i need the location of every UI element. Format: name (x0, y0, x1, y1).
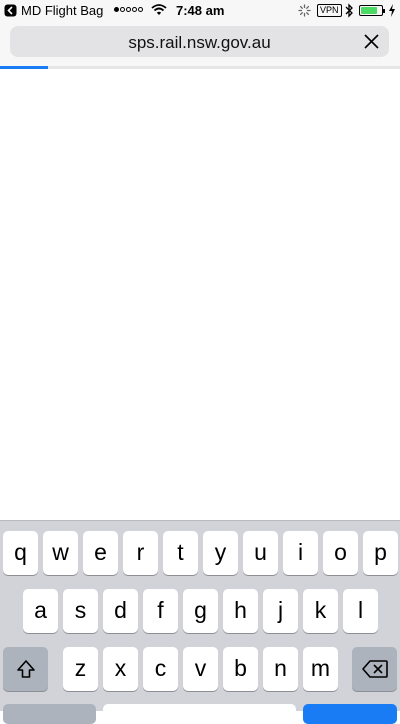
key-m[interactable]: m (303, 647, 338, 691)
status-bar: MD Flight Bag 7:48 am VPN (0, 0, 400, 22)
key-a[interactable]: a (23, 589, 58, 633)
activity-spinner-icon (298, 4, 311, 17)
back-to-app-label[interactable]: MD Flight Bag (21, 3, 103, 18)
signal-dot (114, 7, 119, 12)
key-y[interactable]: y (203, 531, 238, 575)
space-key-partial[interactable] (103, 704, 296, 724)
delete-key[interactable] (352, 647, 397, 691)
vpn-badge: VPN (317, 4, 342, 17)
web-content-area[interactable] (0, 69, 400, 520)
signal-strength-icon (114, 7, 143, 12)
key-w[interactable]: w (43, 531, 78, 575)
key-k[interactable]: k (303, 589, 338, 633)
wifi-icon (151, 4, 167, 15)
key-v[interactable]: v (183, 647, 218, 691)
signal-dot (138, 7, 143, 12)
key-x[interactable]: x (103, 647, 138, 691)
charging-bolt-icon (389, 4, 395, 17)
key-f[interactable]: f (143, 589, 178, 633)
key-b[interactable]: b (223, 647, 258, 691)
key-q[interactable]: q (3, 531, 38, 575)
signal-dot (126, 7, 131, 12)
key-d[interactable]: d (103, 589, 138, 633)
key-l[interactable]: l (343, 589, 378, 633)
key-p[interactable]: p (363, 531, 398, 575)
go-key-partial[interactable] (303, 704, 397, 724)
key-u[interactable]: u (243, 531, 278, 575)
back-arrow-icon[interactable] (4, 4, 17, 17)
close-icon[interactable] (364, 34, 379, 49)
key-r[interactable]: r (123, 531, 158, 575)
key-o[interactable]: o (323, 531, 358, 575)
shift-icon (16, 660, 35, 678)
battery-nub (383, 9, 385, 13)
key-t[interactable]: t (163, 531, 198, 575)
key-n[interactable]: n (263, 647, 298, 691)
key-s[interactable]: s (63, 589, 98, 633)
bluetooth-icon (345, 3, 353, 18)
shift-key[interactable] (3, 647, 48, 691)
signal-dot (120, 7, 125, 12)
key-i[interactable]: i (283, 531, 318, 575)
key-c[interactable]: c (143, 647, 178, 691)
numbers-key-partial[interactable] (3, 704, 96, 724)
key-e[interactable]: e (83, 531, 118, 575)
battery-level (361, 7, 377, 14)
clock-time: 7:48 am (176, 3, 225, 18)
key-g[interactable]: g (183, 589, 218, 633)
signal-dot (132, 7, 137, 12)
key-j[interactable]: j (263, 589, 298, 633)
on-screen-keyboard: qwertyuiop asdfghjkl zxcvbnm (0, 520, 400, 724)
browser-toolbar: sps.rail.nsw.gov.au (0, 22, 400, 66)
url-text[interactable]: sps.rail.nsw.gov.au (10, 33, 389, 53)
url-field[interactable]: sps.rail.nsw.gov.au (10, 26, 389, 57)
battery-icon (359, 5, 385, 16)
backspace-icon (361, 660, 388, 678)
key-z[interactable]: z (63, 647, 98, 691)
key-h[interactable]: h (223, 589, 258, 633)
